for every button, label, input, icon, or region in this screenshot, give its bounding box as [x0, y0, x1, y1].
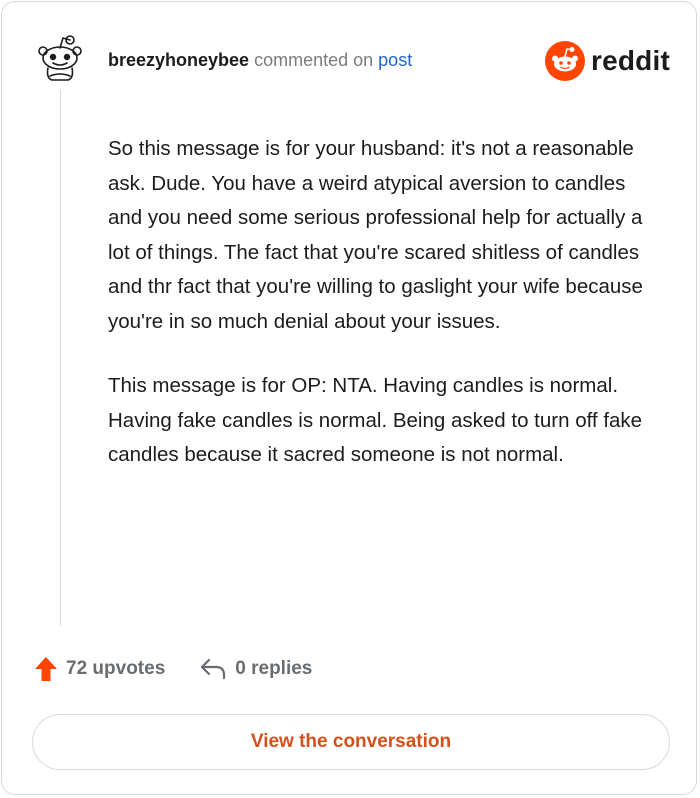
- username[interactable]: breezyhoneybee: [108, 50, 249, 70]
- thread-line: [60, 90, 61, 626]
- upvote-arrow-icon: [35, 657, 57, 681]
- reddit-logo-icon: [545, 41, 585, 81]
- reply-count: 0 replies: [235, 658, 313, 679]
- comment-paragraph: This message is for OP: NTA. Having cand…: [108, 374, 643, 466]
- reply-arrow-icon: [201, 658, 226, 680]
- comment-body: So this message is for your husband: it'…: [108, 132, 663, 503]
- reply-button[interactable]: 0 replies: [199, 657, 312, 681]
- action-text: commented on: [254, 50, 374, 70]
- snoo-avatar-icon[interactable]: [36, 32, 84, 84]
- comment-footer: 72 upvotes 0 replies: [34, 656, 312, 682]
- comment-header: breezyhoneybee commented on post: [108, 50, 412, 71]
- comment-paragraph: So this message is for your husband: it'…: [108, 137, 643, 333]
- comment-card: breezyhoneybee commented on post reddit …: [1, 1, 697, 795]
- post-link[interactable]: post: [378, 50, 412, 70]
- upvote-count: 72 upvotes: [66, 658, 166, 679]
- logo-text: reddit: [591, 45, 670, 76]
- reddit-logo[interactable]: reddit: [545, 40, 670, 82]
- upvote-button[interactable]: 72 upvotes: [34, 656, 165, 682]
- view-conversation-button[interactable]: View the conversation: [32, 714, 670, 770]
